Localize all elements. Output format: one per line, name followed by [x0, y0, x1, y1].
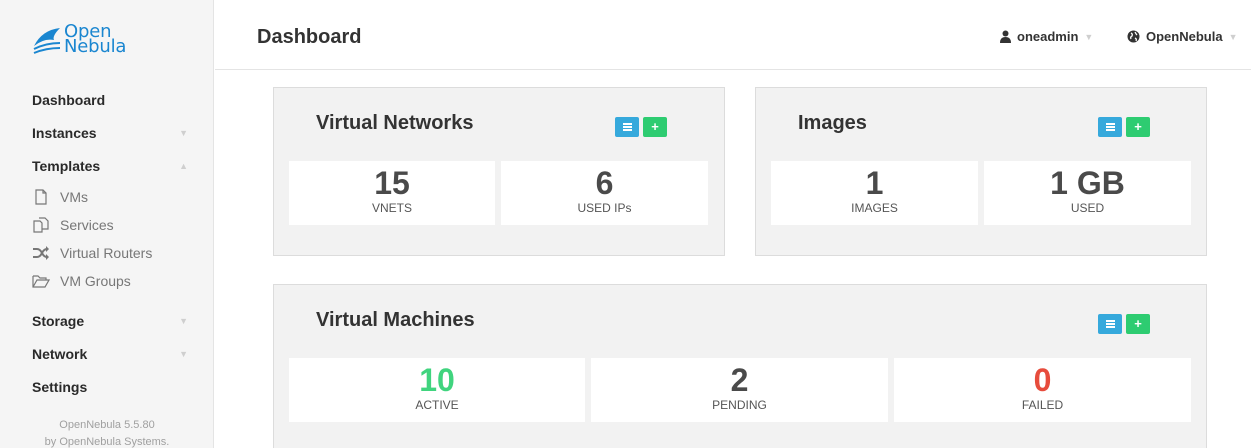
sidebar-item-vm-groups[interactable]: VM Groups — [32, 271, 192, 299]
user-name: oneadmin — [1017, 29, 1079, 44]
chevron-down-icon: ▼ — [179, 349, 188, 359]
sidebar-item-vms[interactable]: VMs — [32, 187, 192, 215]
sidebar-item-virtual-routers[interactable]: Virtual Routers — [32, 243, 192, 271]
zone-menu[interactable]: OpenNebula ▼ — [1127, 29, 1238, 44]
company-text: by OpenNebula Systems. — [44, 436, 170, 448]
stat-label: USED IPs — [577, 201, 632, 215]
sidebar-item-templates[interactable]: Templates ▲ — [32, 154, 192, 187]
sidebar-nav: Dashboard Instances ▼ Templates ▲ VMs Se… — [32, 88, 192, 408]
files-icon — [33, 217, 49, 233]
sidebar-item-instances[interactable]: Instances ▼ — [32, 121, 192, 154]
zone-name: OpenNebula — [1146, 29, 1223, 44]
virtual-networks-panel: Virtual Networks + 15 VNETS 6 USED IPs — [273, 87, 725, 256]
topbar: Dashboard oneadmin ▼ OpenNebula ▼ — [215, 0, 1251, 70]
chevron-up-icon: ▲ — [179, 161, 188, 171]
sidebar-footer: OpenNebula 5.5.80 by OpenNebula Systems. — [0, 417, 214, 448]
page-title: Dashboard — [257, 26, 362, 48]
stat-used-ips[interactable]: 6 USED IPs — [501, 161, 708, 225]
sidebar-item-settings[interactable]: Settings — [32, 375, 192, 408]
stat-value: 1 — [865, 165, 884, 201]
file-icon — [35, 189, 47, 205]
logo-text: Open Nebula — [64, 21, 127, 57]
panel-actions: + — [1098, 117, 1154, 137]
sidebar-item-label: VM Groups — [60, 273, 131, 289]
chevron-down-icon: ▼ — [179, 128, 188, 138]
stat-label: USED — [1070, 201, 1105, 215]
stat-images[interactable]: 1 IMAGES — [771, 161, 978, 225]
stat-label: FAILED — [1021, 398, 1064, 412]
stat-label: VNETS — [371, 201, 412, 215]
stat-value: 0 — [1033, 362, 1052, 398]
sidebar-item-label: Dashboard — [32, 92, 106, 108]
add-button[interactable]: + — [1126, 314, 1150, 334]
stat-value: 1 GB — [1050, 165, 1125, 201]
chevron-down-icon: ▼ — [179, 316, 188, 326]
folder-open-icon — [32, 275, 50, 288]
random-icon — [33, 246, 49, 260]
panel-title: Images — [798, 112, 867, 134]
sidebar-item-network[interactable]: Network ▼ — [32, 342, 192, 375]
user-menu[interactable]: oneadmin ▼ — [1000, 29, 1093, 44]
chevron-down-icon: ▼ — [1084, 32, 1094, 42]
images-panel: Images + 1 IMAGES 1 GB USED — [755, 87, 1207, 256]
stat-pending[interactable]: 2 PENDING — [591, 358, 888, 422]
sidebar-item-label: Templates — [32, 158, 101, 174]
plus-icon: + — [1134, 316, 1142, 331]
opennebula-logo[interactable]: Open Nebula — [32, 21, 152, 64]
stat-label: ACTIVE — [415, 398, 459, 412]
panel-title: Virtual Networks — [316, 112, 474, 134]
list-button[interactable] — [1098, 117, 1122, 137]
user-icon — [1000, 30, 1011, 43]
panel-actions: + — [1098, 314, 1154, 334]
stat-label: IMAGES — [851, 201, 898, 215]
sidebar-item-storage[interactable]: Storage ▼ — [32, 309, 192, 342]
stat-value: 6 — [595, 165, 614, 201]
company-link[interactable]: OpenNebula Systems. — [59, 436, 169, 448]
version-text: OpenNebula 5.5.80 — [59, 419, 155, 431]
panel-title: Virtual Machines — [316, 309, 475, 331]
stat-vnets[interactable]: 15 VNETS — [289, 161, 495, 225]
stat-value: 10 — [419, 362, 455, 398]
stat-used[interactable]: 1 GB USED — [984, 161, 1191, 225]
add-button[interactable]: + — [1126, 117, 1150, 137]
chevron-down-icon: ▼ — [1228, 32, 1238, 42]
stat-value: 2 — [730, 362, 749, 398]
logo-icon — [33, 28, 61, 54]
stat-label: PENDING — [712, 398, 767, 412]
sidebar: Open Nebula Dashboard Instances ▼ Templa… — [0, 0, 214, 448]
sidebar-item-label: VMs — [60, 189, 88, 205]
plus-icon: + — [1134, 119, 1142, 134]
stat-active[interactable]: 10 ACTIVE — [289, 358, 585, 422]
globe-icon — [1127, 30, 1140, 43]
sidebar-item-dashboard[interactable]: Dashboard — [32, 88, 192, 121]
virtual-machines-panel: Virtual Machines + 10 ACTIVE 2 PENDING 0… — [273, 284, 1207, 448]
stat-failed[interactable]: 0 FAILED — [894, 358, 1191, 422]
list-button[interactable] — [1098, 314, 1122, 334]
sidebar-item-services[interactable]: Services — [32, 215, 192, 243]
stat-value: 15 — [374, 165, 410, 201]
list-button[interactable] — [615, 117, 639, 137]
plus-icon: + — [651, 119, 659, 134]
sidebar-item-label: Settings — [32, 379, 88, 395]
sidebar-item-label: Services — [60, 217, 114, 233]
sidebar-item-label: Storage — [32, 313, 85, 329]
add-button[interactable]: + — [643, 117, 667, 137]
sidebar-item-label: Network — [32, 346, 88, 362]
sidebar-item-label: Virtual Routers — [60, 245, 153, 261]
sidebar-item-label: Instances — [32, 125, 97, 141]
panel-actions: + — [615, 117, 671, 137]
